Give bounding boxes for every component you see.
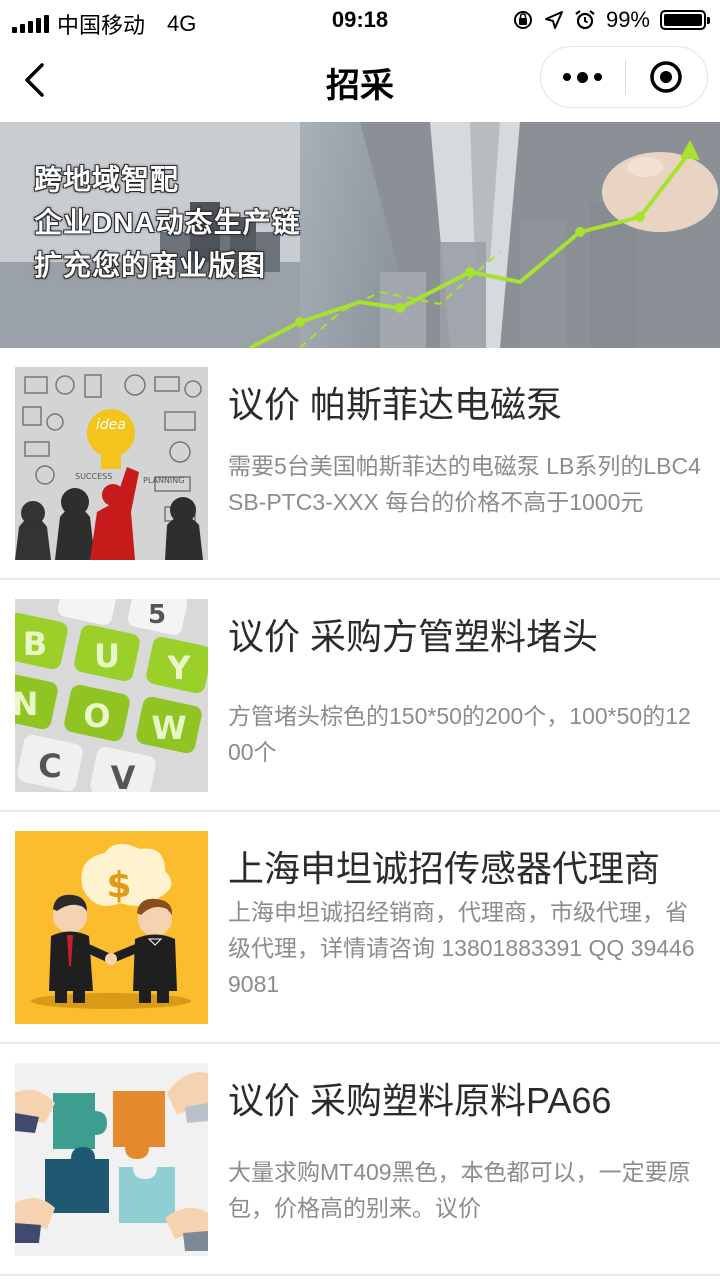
status-bar: 中国移动 4G 09:18 99% [0, 0, 720, 40]
item-thumbnail: 5 B U Y N O W C V [15, 599, 208, 792]
list-item[interactable]: 5 B U Y N O W C V 议价 采购方管塑料堵头 方管堵头棕色的150… [0, 580, 720, 812]
item-title: 议价 采购方管塑料堵头 [228, 616, 599, 657]
banner-line: 跨地域智配 [34, 164, 180, 195]
svg-text:V: V [111, 759, 136, 792]
list-item[interactable]: PLANNING SUCCESS idea 议价 帕斯菲达电磁泵 需要5台美国帕… [0, 348, 720, 580]
idea-bulb-icon: PLANNING SUCCESS idea [15, 367, 208, 560]
svg-text:Y: Y [166, 649, 191, 687]
item-title: 议价 帕斯菲达电磁泵 [228, 384, 563, 425]
svg-text:U: U [94, 637, 120, 675]
procurement-list: PLANNING SUCCESS idea 议价 帕斯菲达电磁泵 需要5台美国帕… [0, 348, 720, 1276]
svg-text:PLANNING: PLANNING [143, 476, 184, 485]
item-description: 方管堵头棕色的150*50的200个，100*50的1200个 [228, 703, 691, 765]
item-description: 需要5台美国帕斯菲达的电磁泵 LB系列的LBC4SB-PTC3-XXX 每台的价… [228, 453, 701, 515]
svg-text:B: B [23, 625, 47, 663]
battery-icon [660, 10, 710, 30]
menu-capsule [540, 46, 708, 108]
orientation-lock-icon [513, 11, 532, 29]
battery-percent: 99% [605, 7, 650, 32]
close-target-icon [650, 61, 682, 93]
more-button[interactable] [541, 46, 625, 108]
battery-level [664, 14, 702, 26]
alarm-icon [575, 10, 595, 30]
item-thumbnail: PLANNING SUCCESS idea [15, 367, 208, 560]
location-icon [544, 11, 563, 29]
item-description: 上海申坦诚招经销商，代理商，市级代理，省级代理，详情请咨询 1380188339… [228, 899, 695, 997]
handshake-icon: $ [15, 831, 208, 1024]
svg-text:5: 5 [148, 600, 166, 630]
banner-text: 跨地域智配 企业DNA动态生产链 扩充您的商业版图 [34, 158, 301, 287]
item-thumbnail: $ [15, 831, 208, 1024]
banner[interactable]: 跨地域智配 企业DNA动态生产链 扩充您的商业版图 [0, 122, 720, 348]
svg-text:C: C [38, 747, 61, 785]
banner-line: 扩充您的商业版图 [34, 250, 267, 281]
keyboard-keys-icon: 5 B U Y N O W C V [15, 599, 208, 792]
nav-bar: 招采 [0, 40, 720, 122]
svg-text:idea: idea [96, 417, 126, 433]
close-button[interactable] [626, 46, 708, 108]
list-item[interactable]: $ 上海申坦诚招传感器代理商 上海申坦诚招经销商，代理商，市级代理，省级代理，详… [0, 812, 720, 1044]
list-item[interactable]: 议价 采购塑料原料PA66 大量求购MT409黑色，本色都可以，一定要原包，价格… [0, 1044, 720, 1276]
status-right: 99% [512, 7, 710, 33]
item-title: 上海申坦诚招传感器代理商 [228, 848, 661, 889]
svg-text:O: O [83, 697, 110, 735]
more-dots-icon [563, 73, 572, 81]
more-dots-icon [594, 73, 603, 81]
puzzle-pieces-icon [15, 1063, 208, 1256]
item-thumbnail [15, 1063, 208, 1256]
svg-text:$: $ [106, 865, 131, 906]
banner-line: 企业DNA动态生产链 [34, 207, 301, 238]
svg-text:SUCCESS: SUCCESS [75, 472, 112, 481]
svg-text:W: W [151, 709, 186, 747]
item-title: 议价 采购塑料原料PA66 [228, 1080, 612, 1121]
svg-text:N: N [15, 685, 38, 723]
more-dots-icon [577, 71, 589, 83]
item-description: 大量求购MT409黑色，本色都可以，一定要原包，价格高的别来。议价 [228, 1159, 691, 1221]
